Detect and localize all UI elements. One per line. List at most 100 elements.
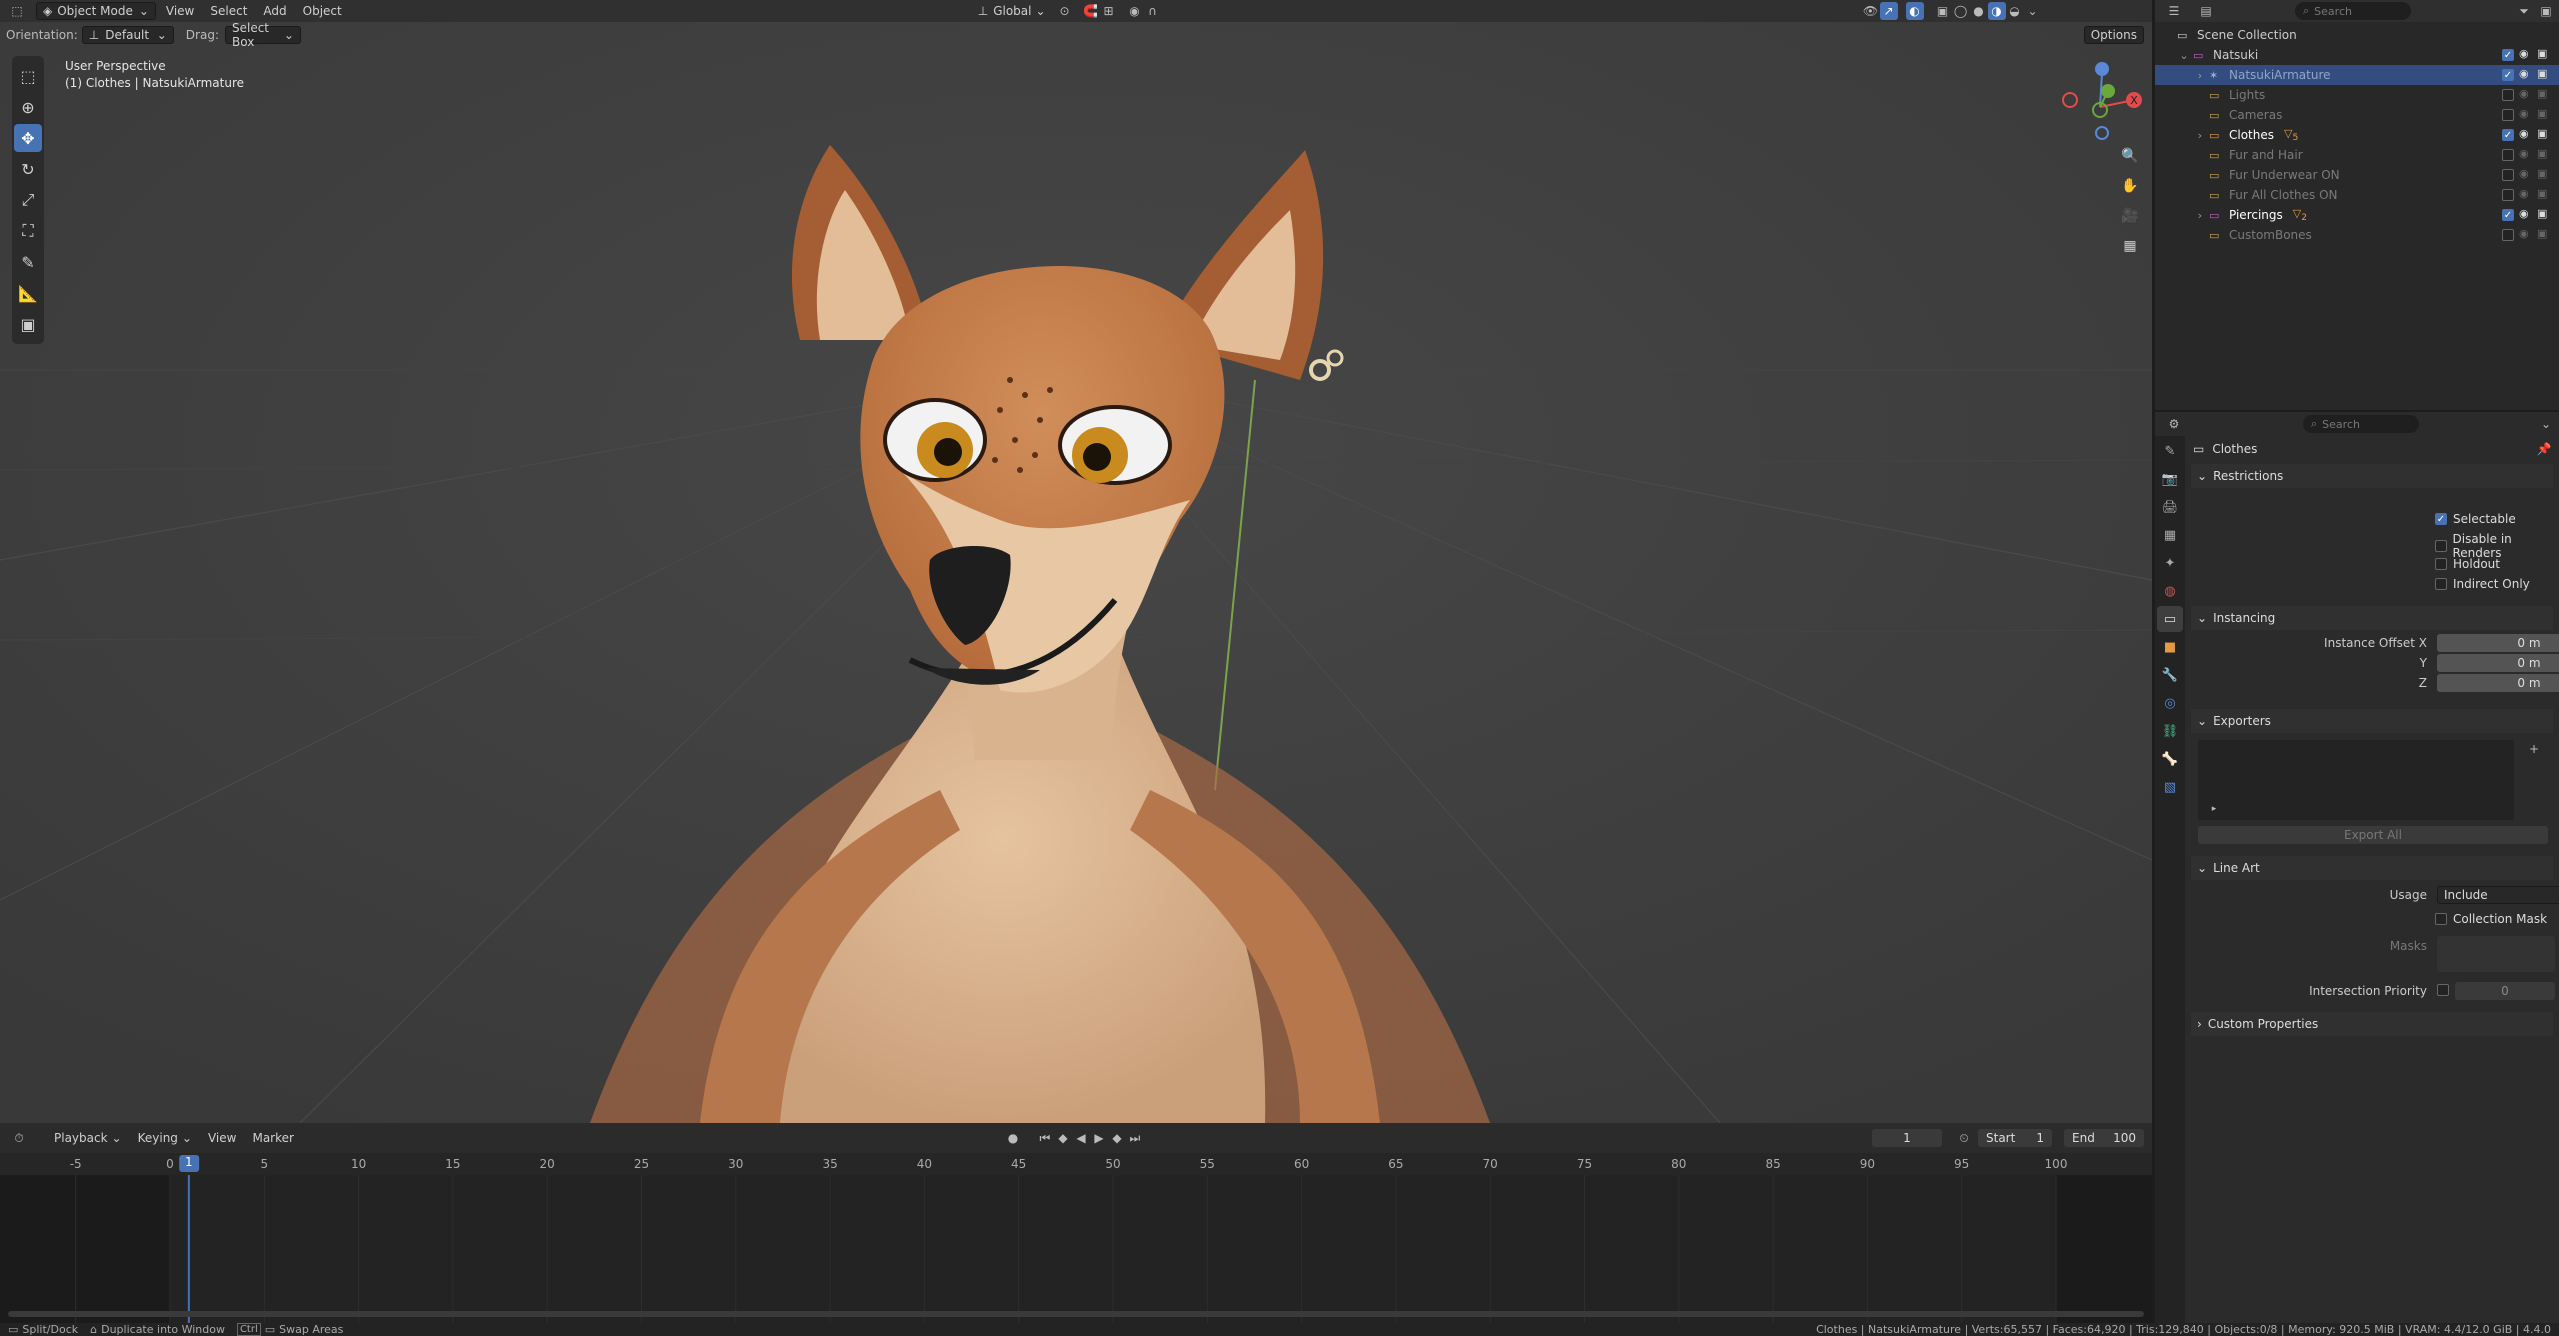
camera-icon[interactable]: ▣ <box>2537 207 2547 220</box>
add-icon[interactable]: + <box>2525 740 2543 758</box>
play-icon[interactable]: ▶ <box>1090 1129 1108 1147</box>
world-tab-icon[interactable]: ◍ <box>2157 578 2183 604</box>
outliner-row[interactable]: › ▭ Clothes ▽5 ✓ ◉ ▣ <box>2155 125 2559 145</box>
menu-select[interactable]: Select <box>204 2 253 20</box>
measure-icon[interactable]: 📐 <box>14 279 42 307</box>
jump-end-icon[interactable]: ⏭ <box>1126 1129 1144 1147</box>
outliner-row[interactable]: ▭ CustomBones ◉ ▣ <box>2155 225 2559 245</box>
exclude-checkbox[interactable] <box>2502 109 2514 121</box>
prev-keyframe-icon[interactable]: ◆ <box>1054 1129 1072 1147</box>
properties-search-input[interactable]: ⌕ Search <box>2303 415 2419 433</box>
camera-view-icon[interactable]: 🎥 <box>2118 204 2142 228</box>
navigation-gizmo[interactable]: X <box>2050 55 2150 145</box>
eye-icon[interactable]: ◉ <box>2519 207 2529 220</box>
play-reverse-icon[interactable]: ◀ <box>1072 1129 1090 1147</box>
physics-tab-icon[interactable]: ◎ <box>2157 690 2183 716</box>
lineart-panel-header[interactable]: ⌄ Line Art <box>2191 856 2553 880</box>
gizmo-neg-z[interactable] <box>2095 126 2109 140</box>
outliner-row[interactable]: › ✶ NatsukiArmature ✓ ◉ ▣ <box>2155 65 2559 85</box>
exclude-checkbox[interactable] <box>2502 89 2514 101</box>
outliner-row[interactable]: ▭ Fur All Clothes ON ◉ ▣ <box>2155 185 2559 205</box>
menu-keying[interactable]: Keying ⌄ <box>132 1129 198 1147</box>
tool-tab-icon[interactable]: ✎ <box>2157 438 2183 464</box>
zoom-icon[interactable]: 🔍 <box>2118 144 2142 168</box>
eye-icon[interactable]: ◉ <box>2519 87 2529 100</box>
indirect-only-checkbox[interactable]: Indirect Only <box>2435 577 2530 591</box>
usage-dropdown[interactable]: Include⌄ <box>2437 886 2559 904</box>
selectable-checkbox[interactable]: ✓ Selectable <box>2435 512 2516 526</box>
preview-range-icon[interactable]: ⏲ <box>1955 1129 1973 1147</box>
proportional-edit-icon[interactable]: ◉ <box>1126 2 1144 20</box>
pivot-icon[interactable]: ⊙ <box>1056 2 1074 20</box>
eye-icon[interactable]: ◉ <box>2519 107 2529 120</box>
scene-tab-icon[interactable]: ✦ <box>2157 550 2183 576</box>
xray-icon[interactable]: ▣ <box>1934 2 1952 20</box>
gizmo-toggle-icon[interactable]: ↗ <box>1879 2 1898 20</box>
data-tab-icon[interactable]: 🦴 <box>2157 746 2183 772</box>
eye-icon[interactable]: ◉ <box>2519 67 2529 80</box>
frame-ruler[interactable]: -5 0 5 10 15 20 25 30 35 40 45 50 55 60 65 70 75 80 85 90 95… <box>0 1153 2152 1175</box>
intersection-priority-checkbox[interactable] <box>2437 984 2449 996</box>
rotate-icon[interactable]: ↻ <box>14 155 42 183</box>
properties-editor-type-icon[interactable]: ⚙ <box>2165 415 2183 433</box>
chevron-right-icon[interactable]: › <box>2193 69 2207 82</box>
camera-icon[interactable]: ▣ <box>2537 47 2547 60</box>
collection-tab-icon[interactable]: ▭ <box>2157 606 2183 632</box>
3d-viewport[interactable]: ⬚ ◈ Object Mode ⌄ View Select Add Object ⊥… <box>0 0 2152 1123</box>
outliner-editor[interactable]: ☰ ▤ ⌕ Search ⏷ ▣ ▭ Scene Collection ⌄ ▭ Natsu… <box>2155 0 2559 410</box>
instance-offset-z-field[interactable]: 0 m <box>2437 674 2559 692</box>
exclude-checkbox[interactable]: ✓ <box>2502 69 2514 81</box>
instance-offset-y-field[interactable]: 0 m <box>2437 654 2559 672</box>
gizmo-y-axis[interactable] <box>2101 84 2115 98</box>
exclude-checkbox[interactable] <box>2502 149 2514 161</box>
visibility-icon[interactable]: 👁 <box>1862 2 1880 20</box>
camera-icon[interactable]: ▣ <box>2537 147 2547 160</box>
menu-playback[interactable]: Playback ⌄ <box>48 1129 128 1147</box>
exclude-checkbox[interactable]: ✓ <box>2502 209 2514 221</box>
pin-icon[interactable]: 📌 <box>2535 440 2553 458</box>
snap-target-icon[interactable]: ⊞ <box>1100 2 1118 20</box>
restrictions-panel-header[interactable]: ⌄ Restrictions <box>2191 464 2553 488</box>
chevron-down-icon[interactable]: ⌄ <box>2177 49 2191 62</box>
scale-icon[interactable]: ⤢ <box>14 186 42 214</box>
chevron-right-icon[interactable]: › <box>2193 209 2207 222</box>
eye-icon[interactable]: ◉ <box>2519 167 2529 180</box>
properties-editor[interactable]: ⚙ ⌕ Search ⌄ ✎ 📷 🖨 ▦ ✦ ◍ ▭ ■ 🔧 ◎ ⛓ 🦴 ▧ ▭ C… <box>2155 412 2559 1323</box>
filter-icon[interactable]: ⏷ <box>2515 2 2533 20</box>
jump-start-icon[interactable]: ⏮ <box>1036 1129 1054 1147</box>
collection-mask-checkbox[interactable]: Collection Mask <box>2435 912 2547 926</box>
exclude-checkbox[interactable] <box>2502 229 2514 241</box>
timeline-scrollbar[interactable] <box>8 1311 2144 1317</box>
editor-type-icon[interactable]: ⬚ <box>8 2 26 20</box>
eye-icon[interactable]: ◉ <box>2519 187 2529 200</box>
custom-properties-panel-header[interactable]: › Custom Properties <box>2191 1012 2553 1036</box>
camera-icon[interactable]: ▣ <box>2537 87 2547 100</box>
start-frame-field[interactable]: Start 1 <box>1978 1129 2052 1147</box>
falloff-icon[interactable]: ∩ <box>1144 2 1162 20</box>
current-frame-field[interactable]: 1 <box>1872 1129 1942 1147</box>
orientation-setting-dropdown[interactable]: ⊥ Default ⌄ <box>81 26 174 44</box>
holdout-checkbox[interactable]: Holdout <box>2435 557 2500 571</box>
mode-dropdown[interactable]: ◈ Object Mode ⌄ <box>36 2 156 20</box>
cursor-icon[interactable]: ⊕ <box>14 93 42 121</box>
eye-icon[interactable]: ◉ <box>2519 47 2529 60</box>
wireframe-shading-icon[interactable]: ◯ <box>1952 2 1970 20</box>
chevron-down-icon[interactable]: ⌄ <box>2537 415 2555 433</box>
display-mode-icon[interactable]: ▤ <box>2197 2 2215 20</box>
outliner-row[interactable]: ▭ Fur Underwear ON ◉ ▣ <box>2155 165 2559 185</box>
view-layer-tab-icon[interactable]: ▦ <box>2157 522 2183 548</box>
eye-icon[interactable]: ◉ <box>2519 227 2529 240</box>
intersection-priority-field[interactable]: 0 <box>2455 982 2555 1000</box>
output-tab-icon[interactable]: 🖨 <box>2157 494 2183 520</box>
menu-marker[interactable]: Marker <box>246 1129 299 1147</box>
outliner-editor-type-icon[interactable]: ☰ <box>2165 2 2183 20</box>
material-shading-icon[interactable]: ◑ <box>1987 2 2006 20</box>
constraints-tab-icon[interactable]: ⛓ <box>2157 718 2183 744</box>
shading-options-icon[interactable]: ⌄ <box>2024 2 2042 20</box>
expand-icon[interactable]: ▸ <box>2205 800 2223 818</box>
camera-icon[interactable]: ▣ <box>2537 67 2547 80</box>
exclude-checkbox[interactable]: ✓ <box>2502 129 2514 141</box>
export-all-button[interactable]: Export All <box>2198 826 2548 844</box>
exclude-checkbox[interactable] <box>2502 189 2514 201</box>
transform-orientation-dropdown[interactable]: ⊥ Global ⌄ <box>972 2 1052 20</box>
